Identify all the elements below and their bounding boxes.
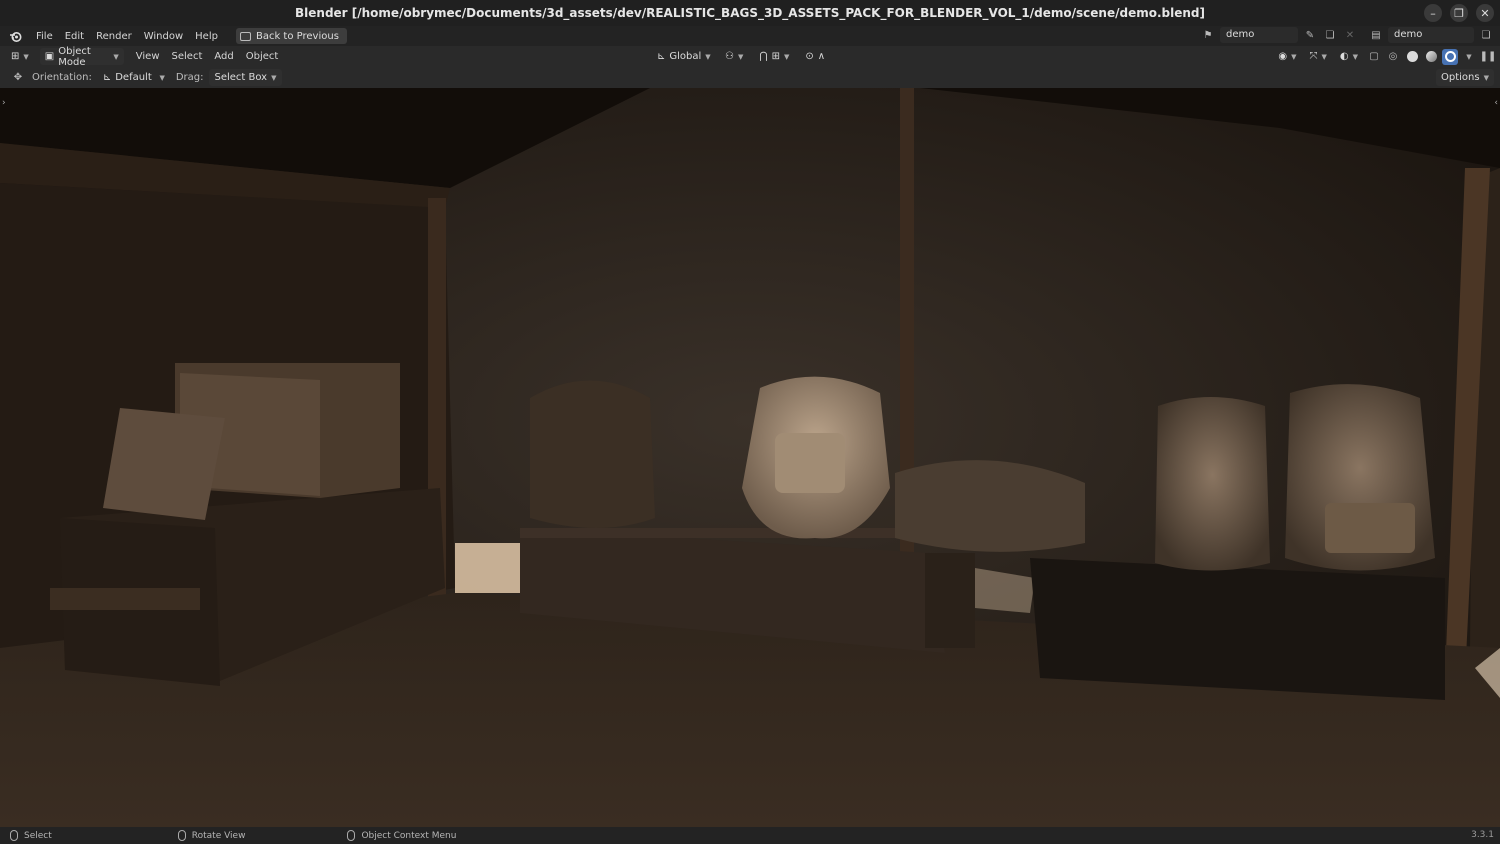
back-to-previous-button[interactable]: Back to Previous (235, 28, 347, 44)
restore-icon[interactable]: ❐ (1450, 4, 1468, 22)
visibility-dropdown[interactable]: ◉ ▼ (1273, 48, 1301, 65)
middle-mouse-icon (177, 830, 186, 841)
menu-file[interactable]: File (30, 31, 59, 42)
status-context-label: Object Context Menu (361, 830, 457, 841)
orientation-dropdown[interactable]: ⊾ Default ▼ (98, 69, 170, 86)
3d-viewport[interactable]: › ‹ (0, 88, 1500, 827)
transform-orientation-label: Global (669, 51, 702, 62)
window-title-bar: Blender [/home/obrymec/Documents/3d_asse… (0, 0, 1500, 26)
minimize-icon[interactable]: – (1424, 4, 1442, 22)
overlays-dropdown[interactable]: ◐ ▼ (1335, 48, 1363, 65)
pivot-point-dropdown[interactable]: ⚇ ▼ (720, 48, 748, 65)
mode-dropdown[interactable]: ▣ Object Mode ▼ (39, 45, 124, 68)
object-mode-icon: ▣ (44, 51, 55, 62)
scene-name-field[interactable]: demo (1220, 27, 1298, 43)
wireframe-shading-icon[interactable]: ◎ (1385, 49, 1401, 65)
status-select-label: Select (24, 830, 52, 841)
transform-orientation-dropdown[interactable]: ⊾ Global ▼ (652, 48, 714, 65)
orientation-label: Orientation: (32, 72, 92, 83)
transform-tool-icon[interactable]: ✥ (10, 70, 26, 86)
new-view-layer-icon[interactable]: ❏ (1478, 27, 1494, 43)
back-to-previous-label: Back to Previous (255, 30, 339, 42)
menu-help[interactable]: Help (189, 31, 224, 42)
right-mouse-icon (347, 830, 356, 841)
sidebar-toggle-icon[interactable]: ❚❚ (1480, 49, 1497, 65)
xray-icon[interactable]: ▢ (1366, 49, 1382, 65)
status-rotate: Rotate View (177, 830, 246, 841)
orientation-icon: ⊾ (657, 51, 666, 62)
solid-shading-icon[interactable] (1404, 49, 1420, 65)
status-context: Object Context Menu (347, 830, 456, 841)
editor-type-dropdown[interactable]: ⊞ ▼ (6, 48, 34, 65)
overlays-icon: ◐ (1339, 51, 1349, 62)
menu-edit[interactable]: Edit (59, 31, 90, 42)
orientation-axis-icon: ⊾ (102, 72, 112, 83)
blender-logo-icon[interactable] (8, 29, 22, 43)
tool-settings-bar: ✥ Orientation: ⊾ Default ▼ Drag: Select … (0, 67, 1500, 88)
header-menu-add[interactable]: Add (208, 51, 239, 62)
menu-render[interactable]: Render (90, 31, 138, 42)
snap-toggle[interactable]: ⋂ ⊞ ▼ (754, 48, 794, 65)
screen-icon (239, 31, 251, 41)
mode-label: Object Mode (58, 45, 91, 68)
status-bar: Select Rotate View Object Context Menu 3… (0, 827, 1500, 844)
drag-label: Drag: (175, 72, 204, 83)
options-label: Options (1441, 72, 1480, 83)
view-layer-browse-icon[interactable]: ▤ (1368, 27, 1384, 43)
close-icon[interactable]: ✕ (1476, 4, 1494, 22)
options-dropdown[interactable]: Options ▼ (1436, 69, 1494, 86)
drag-dropdown[interactable]: Select Box ▼ (209, 69, 282, 86)
toolbar-expand-arrow-icon[interactable]: › (2, 98, 6, 108)
left-mouse-icon (10, 830, 18, 841)
version-label: 3.3.1 (1471, 830, 1494, 840)
pin-icon[interactable]: ✎ (1302, 27, 1318, 43)
rendered-shading-icon[interactable] (1442, 48, 1458, 65)
header-menu-object[interactable]: Object (240, 51, 285, 62)
gizmo-dropdown[interactable]: ⤧ ▼ (1304, 48, 1331, 65)
gizmo-icon: ⤧ (1309, 51, 1318, 62)
falloff-icon: ∧ (817, 51, 826, 62)
window-title: Blender [/home/obrymec/Documents/3d_asse… (295, 6, 1205, 20)
material-preview-icon[interactable] (1423, 49, 1439, 65)
drag-value: Select Box (214, 72, 268, 83)
viewport-icon: ⊞ (11, 51, 20, 62)
view-layer-field[interactable]: demo (1388, 27, 1474, 43)
sidebar-expand-arrow-icon[interactable]: ‹ (1494, 98, 1498, 108)
pivot-icon: ⚇ (725, 51, 734, 62)
status-rotate-label: Rotate View (191, 830, 246, 841)
proportional-editing-toggle[interactable]: ⊙ ∧ (800, 48, 830, 65)
snap-increment-icon: ⊞ (771, 51, 780, 62)
magnet-icon: ⋂ (759, 51, 768, 62)
menu-window[interactable]: Window (138, 31, 189, 42)
rendered-scene (0, 88, 1500, 827)
orientation-value: Default (115, 72, 152, 83)
header-menu-select[interactable]: Select (166, 51, 209, 62)
scene-browse-icon[interactable]: ⚑ (1200, 27, 1216, 43)
top-bar: File Edit Render Window Help Back to Pre… (0, 26, 1500, 46)
header-menu-view[interactable]: View (130, 51, 166, 62)
new-scene-icon[interactable]: ❏ (1322, 27, 1338, 43)
proportional-edit-icon: ⊙ (805, 51, 814, 62)
shading-options-icon[interactable]: ▼ (1461, 49, 1477, 65)
status-select: Select (10, 830, 52, 841)
eye-icon: ◉ (1278, 51, 1288, 62)
delete-scene-icon[interactable]: ✕ (1342, 27, 1358, 43)
viewport-header: ⊞ ▼ ▣ Object Mode ▼ View Select Add Objec… (0, 45, 1500, 68)
